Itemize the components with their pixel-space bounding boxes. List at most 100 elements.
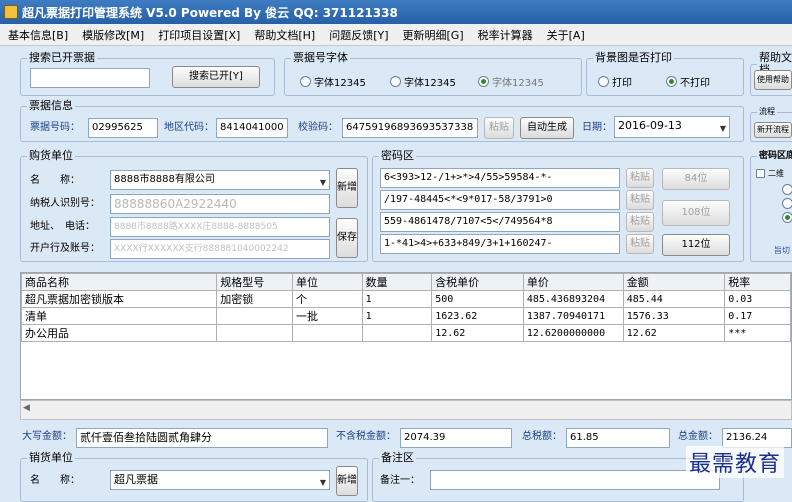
help-button[interactable]: 使用帮助 bbox=[754, 70, 792, 90]
buyer-bank-field[interactable]: XXXX行XXXXXX支行888881040002242 bbox=[110, 239, 330, 259]
font-option-3[interactable]: 字体12345 bbox=[478, 74, 544, 89]
cipher-line-2[interactable]: /197-48445<*<9*017-58/3791>0 bbox=[380, 190, 620, 210]
menu-basic-info[interactable]: 基本信息[B] bbox=[8, 27, 68, 43]
radio-selected-icon bbox=[782, 212, 792, 223]
col-header-tax-rate[interactable]: 税率 bbox=[724, 273, 791, 291]
cell-unit[interactable]: 一批 bbox=[291, 307, 363, 325]
bg-print-no[interactable]: 不打印 bbox=[666, 74, 710, 89]
cell-qty[interactable]: 1 bbox=[361, 307, 433, 325]
cipher-paste-2[interactable]: 粘贴 bbox=[626, 190, 654, 210]
area-code-field[interactable]: 8414041000 bbox=[216, 118, 288, 138]
total-amount-field[interactable]: 2136.24 bbox=[722, 428, 792, 448]
cell-tax-rate[interactable]: 0.17 bbox=[724, 307, 791, 325]
invoice-no-field[interactable]: 02995625 bbox=[88, 118, 158, 138]
menu-bar: 基本信息[B] 模版修改[M] 打印项目设置[X] 帮助文档[H] 问题反馈[Y… bbox=[0, 24, 792, 46]
menu-help-docs[interactable]: 帮助文档[H] bbox=[254, 27, 315, 43]
cipher-extra-link[interactable]: 旨切 bbox=[774, 244, 790, 258]
cell-unit[interactable]: 个 bbox=[291, 290, 363, 308]
cell-product[interactable]: 办公用品 bbox=[21, 324, 218, 342]
cipher-paste-3[interactable]: 粘贴 bbox=[626, 212, 654, 232]
cipher-108-button[interactable]: 108位 bbox=[662, 200, 730, 226]
table-row[interactable]: 清单 一批 1 1623.62 1387.70940171 1576.33 0.… bbox=[21, 307, 791, 325]
cell-amount[interactable]: 1576.33 bbox=[622, 307, 726, 325]
buyer-address-field[interactable]: 8888市8888路XXXX庄8888-8888505 bbox=[110, 217, 330, 237]
search-input[interactable] bbox=[30, 68, 150, 88]
col-header-spec[interactable]: 规格型号 bbox=[216, 273, 293, 291]
buyer-name-select[interactable]: 8888市8888有限公司 ▼ bbox=[110, 170, 330, 190]
table-row[interactable]: 超凡票据加密锁版本 加密锁 个 1 500 485.436893204 485.… bbox=[21, 290, 791, 308]
paste-button[interactable]: 粘贴 bbox=[484, 117, 514, 139]
date-picker[interactable]: 2016-09-13 ▼ bbox=[614, 116, 730, 138]
remark-1-field[interactable] bbox=[430, 470, 720, 490]
menu-feedback[interactable]: 问题反馈[Y] bbox=[329, 27, 388, 43]
capital-amount-field[interactable]: 贰仟壹佰叁拾陆圆贰角肆分 bbox=[76, 428, 328, 448]
cell-taxed-price[interactable]: 12.62 bbox=[431, 324, 524, 342]
buyer-save-button[interactable]: 保存 bbox=[336, 218, 358, 258]
col-header-price[interactable]: 单价 bbox=[522, 273, 624, 291]
col-header-unit[interactable]: 单位 bbox=[291, 273, 363, 291]
horizontal-scrollbar[interactable]: ◀ bbox=[20, 400, 792, 420]
cell-product[interactable]: 超凡票据加密锁版本 bbox=[21, 290, 218, 308]
cipher-extra-radio-3[interactable] bbox=[782, 212, 792, 223]
menu-print-settings[interactable]: 打印项目设置[X] bbox=[158, 27, 240, 43]
cell-spec[interactable] bbox=[216, 324, 293, 342]
menu-template-edit[interactable]: 模版修改[M] bbox=[82, 27, 144, 43]
remark-1-label: 备注一： bbox=[380, 475, 420, 486]
menu-tax-calculator[interactable]: 税率计算器 bbox=[478, 27, 533, 43]
invoice-info-legend: 票据信息 bbox=[29, 99, 73, 112]
buyer-new-button[interactable]: 新增 bbox=[336, 168, 358, 208]
scroll-left-icon[interactable]: ◀ bbox=[23, 403, 37, 417]
check-code-field[interactable]: 64759196893693537338 bbox=[342, 118, 478, 138]
cell-qty[interactable] bbox=[361, 324, 433, 342]
table-row[interactable]: 办公用品 12.62 12.6200000000 12.62 *** bbox=[21, 324, 791, 342]
total-tax-field[interactable]: 61.85 bbox=[566, 428, 670, 448]
cell-amount[interactable]: 485.44 bbox=[622, 290, 726, 308]
cell-amount[interactable]: 12.62 bbox=[622, 324, 726, 342]
cipher-paste-4[interactable]: 粘贴 bbox=[626, 234, 654, 254]
cell-price[interactable]: 1387.70940171 bbox=[522, 307, 624, 325]
cipher-extra-radio-2[interactable] bbox=[782, 198, 792, 209]
cipher-line-4[interactable]: 1-*41>4>+633+849/3+1+160247- bbox=[380, 234, 620, 254]
cipher-84-button[interactable]: 84位 bbox=[662, 168, 730, 190]
search-legend: 搜索已开票据 bbox=[29, 51, 95, 64]
buyer-bank-label: 开户行及账号： bbox=[30, 243, 100, 254]
seller-new-button[interactable]: 新增 bbox=[336, 466, 358, 496]
cipher-paste-1[interactable]: 粘贴 bbox=[626, 168, 654, 188]
cipher-112-button[interactable]: 112位 bbox=[662, 234, 730, 256]
col-header-product[interactable]: 商品名称 bbox=[21, 273, 218, 291]
cell-spec[interactable]: 加密锁 bbox=[216, 290, 293, 308]
bg-print-yes[interactable]: 打印 bbox=[598, 74, 632, 89]
cipher-extra-option[interactable]: 二维 bbox=[756, 168, 784, 179]
col-header-amount[interactable]: 金额 bbox=[622, 273, 726, 291]
cell-price[interactable]: 12.6200000000 bbox=[522, 324, 624, 342]
buyer-taxid-field[interactable]: 88888860A2922440 bbox=[110, 194, 330, 214]
menu-about[interactable]: 关于[A] bbox=[547, 27, 585, 43]
menu-update-log[interactable]: 更新明细[G] bbox=[403, 27, 464, 43]
search-button[interactable]: 搜索已开[Y] bbox=[172, 66, 260, 88]
col-header-taxed-price[interactable]: 含税单价 bbox=[431, 273, 524, 291]
cipher-line-1[interactable]: 6<393>12-/1+>*>4/55>59584-*- bbox=[380, 168, 620, 188]
seller-name-select[interactable]: 超凡票据 ▼ bbox=[110, 470, 330, 490]
cell-unit[interactable] bbox=[291, 324, 363, 342]
cell-spec[interactable] bbox=[216, 307, 293, 325]
buyer-name-label: 名 称： bbox=[30, 175, 80, 186]
chevron-down-icon: ▼ bbox=[319, 478, 326, 487]
font-option-1[interactable]: 字体12345 bbox=[300, 74, 366, 89]
cell-tax-rate[interactable]: *** bbox=[724, 324, 791, 342]
cell-tax-rate[interactable]: 0.03 bbox=[724, 290, 791, 308]
flow-legend: 流程 bbox=[759, 107, 775, 116]
col-header-qty[interactable]: 数量 bbox=[361, 273, 433, 291]
font-option-2[interactable]: 字体12345 bbox=[390, 74, 456, 89]
pretax-amount-label: 不含税金额： bbox=[336, 431, 396, 442]
pretax-amount-field[interactable]: 2074.39 bbox=[400, 428, 512, 448]
cell-product[interactable]: 清单 bbox=[21, 307, 218, 325]
auto-generate-button[interactable]: 自动生成 bbox=[520, 117, 574, 139]
cell-taxed-price[interactable]: 500 bbox=[431, 290, 524, 308]
cell-qty[interactable]: 1 bbox=[361, 290, 433, 308]
watermark-text: 最需教育 bbox=[685, 446, 784, 478]
cell-taxed-price[interactable]: 1623.62 bbox=[431, 307, 524, 325]
cipher-line-3[interactable]: 559-4861478/7107<5</749564*8 bbox=[380, 212, 620, 232]
cell-price[interactable]: 485.436893204 bbox=[522, 290, 624, 308]
new-flow-button[interactable]: 新开流程 bbox=[754, 122, 792, 138]
cipher-extra-radio-1[interactable] bbox=[782, 184, 792, 195]
